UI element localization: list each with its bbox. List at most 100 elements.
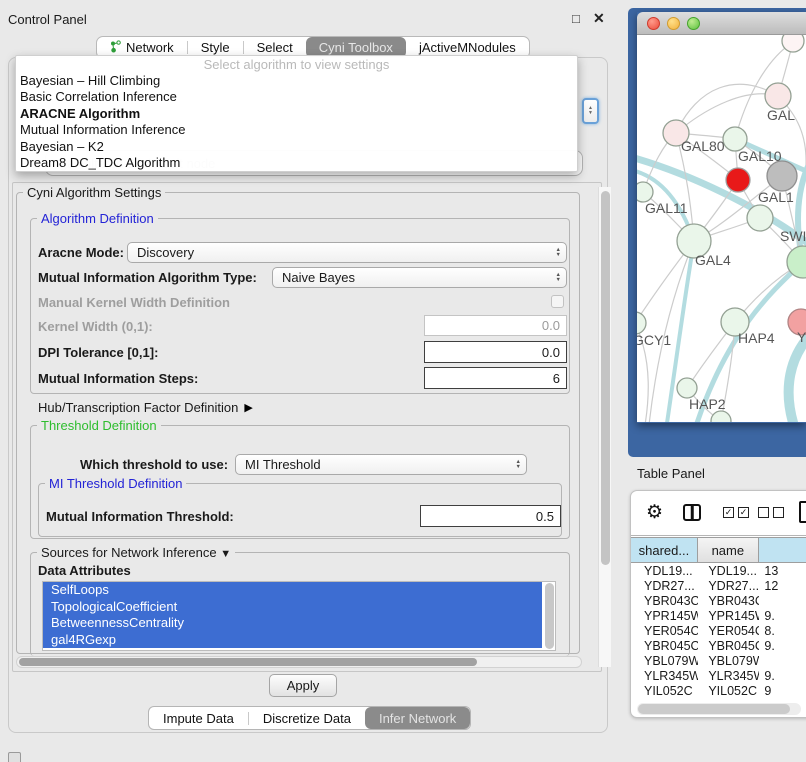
settings-hscroll-thumb[interactable] xyxy=(19,658,477,666)
table-horizontal-scrollbar[interactable] xyxy=(637,703,801,715)
table-header-row: shared... name xyxy=(631,537,806,563)
mi-algorithm-type-value: Naive Bayes xyxy=(282,270,355,285)
node-label-gcy1: GCY1 xyxy=(637,332,671,348)
manual-kernel-width-checkbox[interactable] xyxy=(551,295,564,308)
combo-down-arrow-icon: ▼ xyxy=(588,111,593,116)
table-body: YDL19...YDL19...13 YDR27...YDR27...12 YB… xyxy=(631,563,806,699)
algorithm-option-dream8[interactable]: Dream8 DC_TDC Algorithm xyxy=(16,155,577,171)
mi-algorithm-type-combo[interactable]: Naive Bayes ▲▼ xyxy=(272,267,567,288)
cell-name: YPR145W xyxy=(698,609,759,623)
mi-steps-label: Mutual Information Steps: xyxy=(38,370,198,386)
sources-group-title-row[interactable]: Sources for Network Inference ▼ xyxy=(37,545,235,560)
table-row[interactable]: YDR27...YDR27...12 xyxy=(631,578,806,593)
node-unlabeled-top[interactable] xyxy=(782,35,804,52)
control-panel-title: Control Panel xyxy=(8,12,87,27)
attribute-item-betweennesscentrality[interactable]: BetweennessCentrality xyxy=(43,615,542,632)
node-label-gal10: GAL10 xyxy=(738,148,782,164)
settings-vscroll-thumb[interactable] xyxy=(601,191,610,565)
table-row[interactable]: YBL079WYBL079W xyxy=(631,653,806,668)
attribute-item-gal4rgexp[interactable]: gal4RGexp xyxy=(43,632,542,649)
checkbox-checked-icon[interactable]: ✓ xyxy=(723,507,734,518)
node-gal-partial[interactable] xyxy=(765,83,791,109)
settings-horizontal-scrollbar[interactable] xyxy=(16,656,582,668)
mi-threshold-field[interactable]: 0.5 xyxy=(420,505,561,527)
node-red-selected[interactable] xyxy=(726,168,750,192)
table-row[interactable]: YBR043CYBR043C xyxy=(631,593,806,608)
node-hap2[interactable] xyxy=(677,378,697,398)
minimize-window-icon[interactable] xyxy=(667,17,680,30)
node-gcy1[interactable] xyxy=(637,312,646,334)
cell-value: 8. xyxy=(759,624,806,638)
kernel-width-label: Kernel Width (0,1): xyxy=(38,318,153,334)
close-window-icon[interactable] xyxy=(647,17,660,30)
checkbox-unchecked-icon[interactable] xyxy=(758,507,769,518)
table-row[interactable]: YDL19...YDL19...13 xyxy=(631,563,806,578)
checkbox-checked-icon[interactable]: ✓ xyxy=(738,507,749,518)
node-gal11[interactable] xyxy=(637,182,653,202)
cell-value: 9 xyxy=(759,684,806,698)
attribute-list-scrollbar[interactable] xyxy=(545,583,554,649)
algorithm-option-basic-correlation[interactable]: Basic Correlation Inference xyxy=(16,89,577,105)
cell-name: YIL052C xyxy=(698,684,759,698)
column-header-name[interactable]: name xyxy=(698,538,759,562)
node-gray-hub[interactable] xyxy=(767,161,797,191)
node-gal1[interactable] xyxy=(747,205,773,231)
table-hscroll-thumb[interactable] xyxy=(638,704,790,714)
minimized-panel-icon[interactable] xyxy=(8,752,21,762)
apply-button[interactable]: Apply xyxy=(269,674,337,697)
which-threshold-combo[interactable]: MI Threshold ▲▼ xyxy=(235,454,527,475)
close-panel-icon[interactable]: ✕ xyxy=(593,10,605,27)
table-row[interactable]: YIL052CYIL052C9 xyxy=(631,683,806,698)
algorithm-option-bayesian-hill-climbing[interactable]: Bayesian – Hill Climbing xyxy=(16,73,577,89)
attribute-item-topologicalcoefficient[interactable]: TopologicalCoefficient xyxy=(43,599,542,616)
split-columns-icon[interactable] xyxy=(683,504,701,521)
algorithm-option-bayesian-k2[interactable]: Bayesian – K2 xyxy=(16,139,577,155)
expander-down-arrow-icon: ▼ xyxy=(220,548,231,560)
cell-shared-name: YIL052C xyxy=(631,684,698,698)
table-row[interactable]: YER054CYER054C8. xyxy=(631,623,806,638)
cyni-bottom-tabbar: Impute Data Discretize Data Infer Networ… xyxy=(148,706,471,730)
table-row[interactable]: YLR345WYLR345W9. xyxy=(631,668,806,683)
table-row[interactable]: YBR045CYBR045C9. xyxy=(631,638,806,653)
cell-shared-name: YPR145W xyxy=(631,609,698,623)
cell-shared-name: YDR27... xyxy=(631,579,698,593)
float-panel-icon[interactable]: □ xyxy=(572,11,580,26)
which-threshold-value: MI Threshold xyxy=(245,457,321,472)
tab-jactivemnodules-label: jActiveMNodules xyxy=(419,40,516,55)
tab-infer-network[interactable]: Infer Network xyxy=(365,707,470,729)
algorithm-option-aracne[interactable]: ARACNE Algorithm xyxy=(16,106,577,122)
cell-shared-name: YBR045C xyxy=(631,639,698,653)
checkbox-unchecked-icon[interactable] xyxy=(773,507,784,518)
network-canvas[interactable]: GAL GAL80 GAL10 GAL11 GAL1 SWI4 GAL4 GCY… xyxy=(637,35,806,422)
node-label-gal1: GAL1 xyxy=(758,189,794,205)
dpi-tolerance-field[interactable]: 0.0 xyxy=(424,341,567,363)
algorithm-definition-title: Algorithm Definition xyxy=(37,211,158,226)
cell-value: 13 xyxy=(759,564,806,578)
network-window-titlebar[interactable] xyxy=(637,12,806,35)
node-label-gal80: GAL80 xyxy=(681,138,725,154)
hub-definition-expander[interactable]: Hub/Transcription Factor Definition ▶ xyxy=(38,399,253,415)
node-label-hap4: HAP4 xyxy=(738,330,775,346)
tab-impute-data[interactable]: Impute Data xyxy=(149,707,248,729)
attribute-item-selfloops[interactable]: SelfLoops xyxy=(43,582,542,599)
mi-steps-field[interactable]: 6 xyxy=(424,367,567,389)
combo-arrows-icon: ▲▼ xyxy=(556,248,561,258)
gear-icon[interactable]: ⚙ xyxy=(646,501,663,524)
aracne-mode-combo[interactable]: Discovery ▲▼ xyxy=(127,242,567,263)
export-table-icon[interactable] xyxy=(799,501,806,523)
settings-vertical-scrollbar[interactable] xyxy=(598,187,611,667)
algorithm-combo-arrow-button[interactable]: ▲ ▼ xyxy=(582,98,599,124)
algorithm-option-mutual-information[interactable]: Mutual Information Inference xyxy=(16,122,577,138)
kernel-width-field[interactable]: 0.0 xyxy=(424,315,567,336)
which-threshold-label: Which threshold to use: xyxy=(80,456,228,472)
zoom-window-icon[interactable] xyxy=(687,17,700,30)
cell-shared-name: YBR043C xyxy=(631,594,698,608)
column-header-clipped[interactable] xyxy=(759,538,806,562)
tab-discretize-data[interactable]: Discretize Data xyxy=(249,707,365,729)
column-header-shared-name[interactable]: shared... xyxy=(631,538,698,562)
cell-name: YER054C xyxy=(698,624,759,638)
table-row[interactable]: YPR145WYPR145W9. xyxy=(631,608,806,623)
node-label-gal11: GAL11 xyxy=(645,200,688,216)
aracne-mode-label: Aracne Mode: xyxy=(38,244,124,260)
node-unlabeled-bottom[interactable] xyxy=(711,411,731,422)
